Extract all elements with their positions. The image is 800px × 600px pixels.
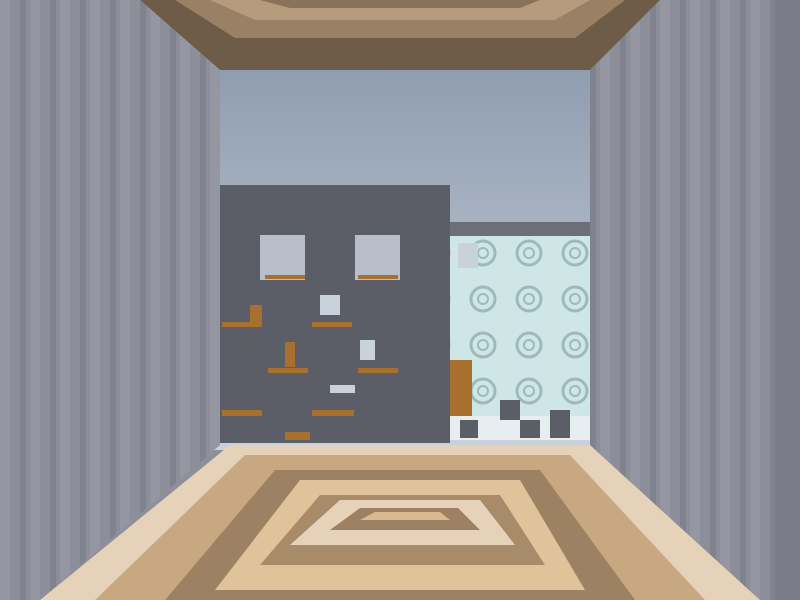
dark-building [220,185,450,443]
ceiling [140,0,660,70]
right-wall-edge [775,0,800,600]
light-building [450,222,590,440]
game-viewport[interactable] [0,0,800,600]
